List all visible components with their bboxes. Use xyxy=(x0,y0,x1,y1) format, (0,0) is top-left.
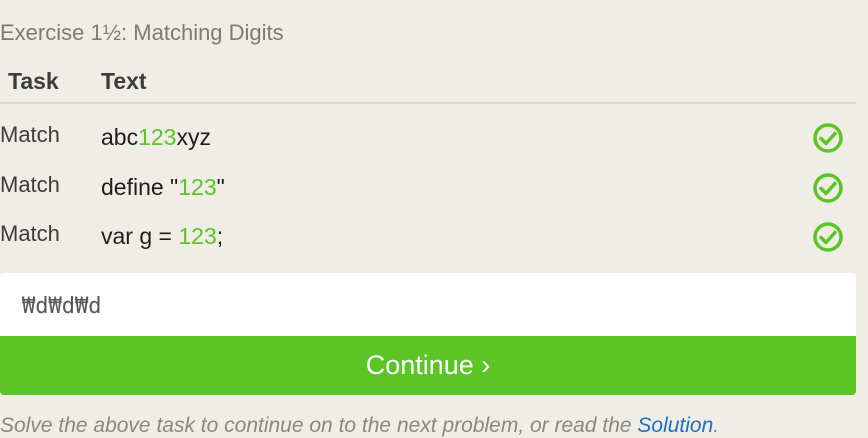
exercise-title: Exercise 1½: Matching Digits xyxy=(0,20,284,45)
header-text: Text xyxy=(101,68,147,94)
text-plain: ; xyxy=(216,223,224,249)
check-icon xyxy=(813,123,843,153)
text-match-highlight: 123 xyxy=(178,174,217,200)
table-row: Match abc123xyz xyxy=(0,122,856,170)
check-icon xyxy=(813,173,843,203)
row-text: abc123xyz xyxy=(101,124,211,151)
solution-link[interactable]: Solution xyxy=(637,414,713,437)
header-task: Task xyxy=(8,68,59,94)
row-text: define "123" xyxy=(101,174,225,201)
table-header: Task Text xyxy=(0,66,856,104)
text-plain: define " xyxy=(101,174,179,200)
continue-button[interactable]: Continue › xyxy=(0,336,856,395)
table-row: Match var g = 123; xyxy=(0,221,856,269)
check-icon xyxy=(813,222,843,252)
footer-end: . xyxy=(713,414,720,437)
row-task: Match xyxy=(0,172,60,197)
text-match-highlight: 123 xyxy=(138,124,177,150)
text-plain: xyz xyxy=(176,124,211,150)
regex-input-container xyxy=(0,273,856,336)
text-plain: " xyxy=(216,174,225,200)
footer-text: Solve the above task to continue on to t… xyxy=(0,414,638,437)
row-task: Match xyxy=(0,221,60,246)
text-plain: abc xyxy=(101,124,139,150)
regex-input[interactable] xyxy=(0,273,856,336)
row-task: Match xyxy=(0,122,60,147)
table-row: Match define "123" xyxy=(0,172,856,220)
text-plain: var g = xyxy=(101,223,179,249)
text-match-highlight: 123 xyxy=(178,223,217,249)
row-text: var g = 123; xyxy=(101,223,223,250)
footer-hint: Solve the above task to continue on to t… xyxy=(0,414,719,438)
